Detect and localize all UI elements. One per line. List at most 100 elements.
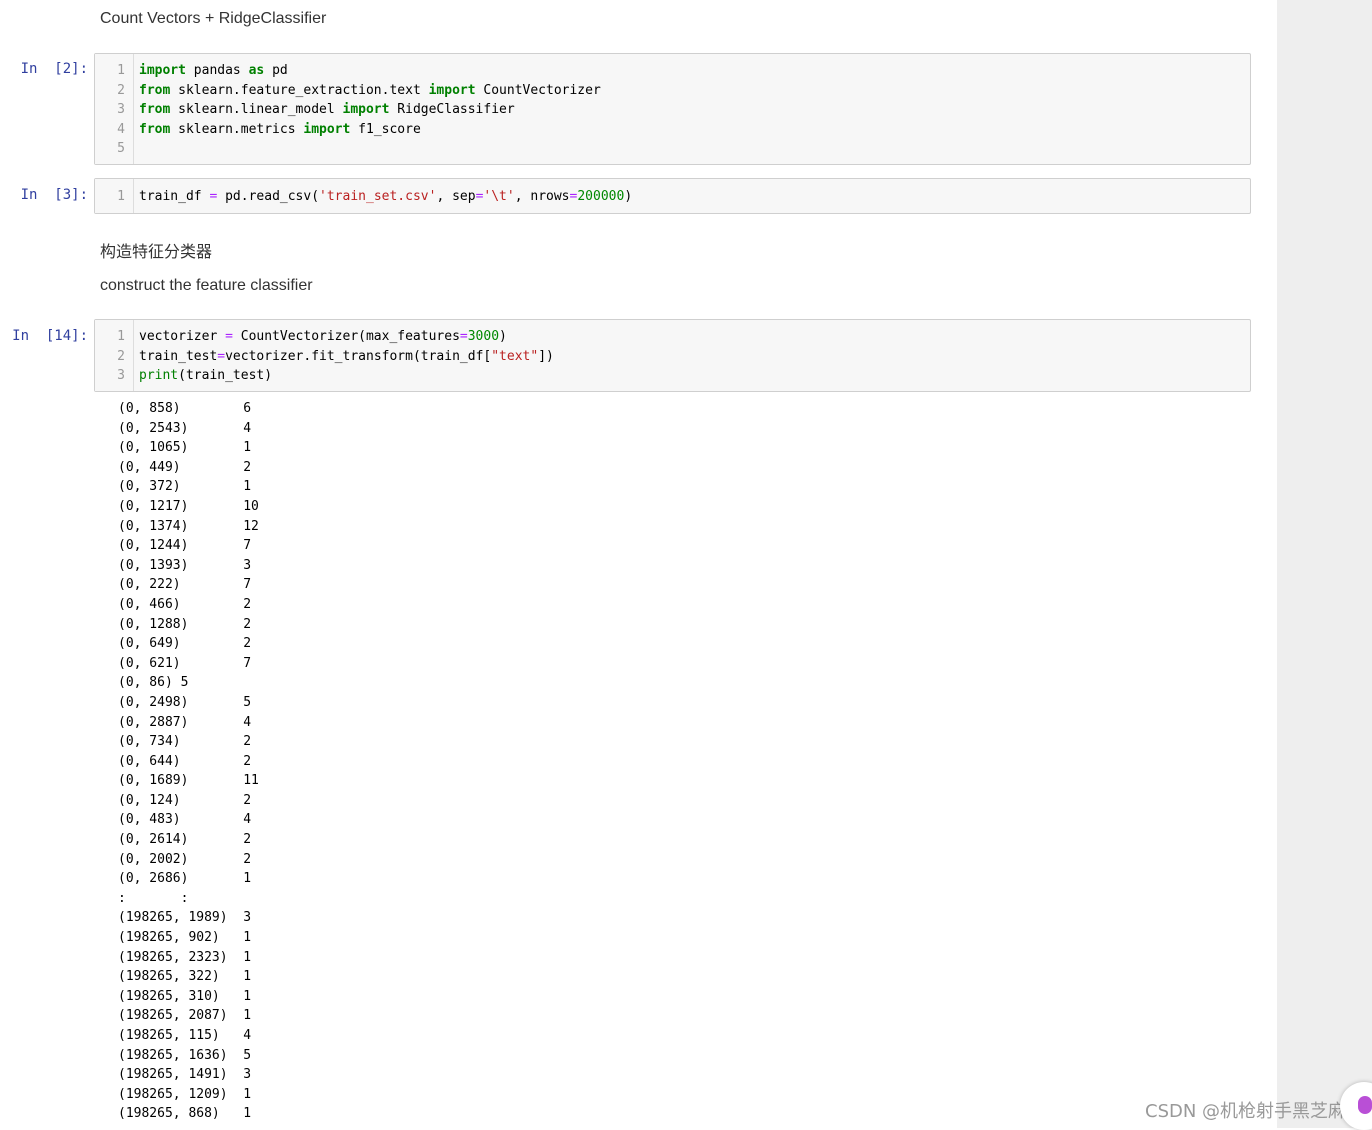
code-cell-read-csv[interactable]: 1 train_df = pd.read_csv('train_set.csv'…	[94, 178, 1251, 214]
code-token: from	[139, 82, 171, 98]
code-token: RidgeClassifier	[389, 102, 515, 118]
code-token: import	[428, 82, 476, 98]
output-line: (0, 621) 7	[118, 655, 252, 671]
output-line: (0, 649) 2	[118, 636, 252, 652]
code-token: sklearn.linear_model	[170, 102, 343, 118]
output-line: (198265, 1491) 3	[118, 1067, 252, 1083]
code-token: pd	[264, 63, 288, 78]
code-line: import pandas as pd	[139, 61, 601, 81]
output-line: (198265, 1989) 3	[118, 910, 252, 926]
output-line: (0, 124) 2	[118, 792, 252, 808]
code-editor[interactable]: train_df = pd.read_csv('train_set.csv', …	[139, 187, 632, 207]
line-number: 2	[117, 348, 125, 364]
output-line: (0, 449) 2	[118, 459, 252, 475]
code-token: =	[459, 329, 468, 344]
code-line: train_test=vectorizer.fit_transform(trai…	[139, 347, 554, 367]
output-line: (0, 2614) 2	[118, 832, 252, 848]
code-token: from	[139, 121, 171, 137]
markdown-heading-en: construct the feature classifier	[100, 277, 313, 294]
code-token: 3000	[467, 329, 500, 344]
output-line: (0, 2543) 4	[118, 420, 252, 436]
line-number: 1	[117, 329, 125, 344]
code-token: '\t'	[483, 189, 515, 204]
cell-prompt: In [14]:	[12, 328, 88, 344]
csdn-watermark: CSDN @机枪射手黑芝麻	[1145, 1101, 1347, 1122]
markdown-heading-zh: 构造特征分类器	[100, 244, 213, 261]
output-line: (0, 86) 5	[118, 675, 189, 691]
code-line: train_df = pd.read_csv('train_set.csv', …	[139, 187, 632, 207]
output-line: (0, 1244) 7	[118, 538, 252, 554]
output-line: (198265, 2323) 1	[118, 949, 252, 965]
line-number: 1	[117, 63, 125, 78]
output-line: (0, 2002) 2	[118, 851, 252, 867]
code-token: sklearn.feature_extraction.text	[170, 82, 429, 98]
output-line: (0, 1689) 11	[118, 773, 259, 789]
code-token: =	[217, 348, 226, 364]
output-line: (198265, 1209) 1	[118, 1086, 252, 1102]
output-line: (0, 466) 2	[118, 596, 252, 612]
output-line: (0, 734) 2	[118, 734, 252, 750]
code-line: from sklearn.linear_model import RidgeCl…	[139, 100, 601, 120]
output-line: (198265, 115) 4	[118, 1028, 252, 1043]
code-line: print(train_test)	[139, 366, 554, 386]
code-token: vectorizer	[139, 329, 226, 344]
output-line: : :	[118, 890, 189, 906]
output-line: (198265, 322) 1	[118, 969, 252, 985]
cell-prompt: In [3]:	[20, 187, 88, 203]
code-token: train_df	[139, 189, 210, 204]
code-token: print	[139, 368, 179, 384]
output-line: (0, 372) 1	[118, 479, 252, 495]
code-token: , nrows	[514, 189, 570, 204]
code-token: sklearn.metrics	[170, 121, 304, 137]
markdown-heading-count-vectors: Count Vectors + RidgeClassifier	[100, 10, 327, 27]
code-cell-vectorizer[interactable]: 1 2 3 vectorizer = CountVectorizer(max_fea…	[94, 319, 1251, 392]
code-token: 'train_set.csv'	[319, 189, 437, 204]
code-token: train_test	[139, 348, 218, 364]
output-line: (0, 222) 7	[118, 577, 252, 593]
code-token: vectorizer.fit_transform(train_df[	[225, 348, 492, 364]
code-token: from	[139, 102, 171, 118]
line-number: 4	[117, 121, 125, 137]
output-line: (198265, 902) 1	[118, 930, 252, 946]
line-number: 3	[117, 102, 125, 118]
line-number: 5	[117, 141, 125, 157]
code-token: import	[303, 121, 351, 137]
line-numbers: 1 2 3	[95, 327, 125, 386]
code-token: CountVectorizer(max_features	[232, 329, 460, 344]
code-token: (train_test)	[178, 368, 273, 384]
code-token: as	[248, 63, 265, 78]
output-line: (0, 1393) 3	[118, 557, 252, 573]
code-editor[interactable]: vectorizer = CountVectorizer(max_feature…	[139, 327, 554, 386]
code-token: 200000	[577, 189, 625, 204]
cell-prompt: In [2]:	[20, 61, 88, 77]
code-token: ])	[538, 348, 554, 364]
code-token: CountVectorizer	[475, 82, 601, 98]
output-line: (198265, 1636) 5	[118, 1047, 252, 1063]
output-line: (0, 1065) 1	[118, 440, 252, 456]
code-line: vectorizer = CountVectorizer(max_feature…	[139, 327, 554, 347]
code-token: =	[225, 329, 233, 344]
line-number: 1	[117, 189, 125, 204]
code-editor[interactable]: import pandas as pd from sklearn.feature_…	[139, 61, 601, 159]
output-line: (198265, 2087) 1	[118, 1008, 252, 1024]
output-line: (0, 2498) 5	[118, 694, 252, 710]
line-numbers: 1	[95, 187, 125, 207]
output-line: (0, 644) 2	[118, 753, 252, 769]
code-token: )	[499, 329, 507, 344]
output-line: (0, 858) 6	[118, 401, 252, 416]
line-number: 2	[117, 82, 125, 98]
code-token: )	[624, 189, 633, 204]
output-line: (0, 2686) 1	[118, 871, 252, 887]
avatar-icon	[1358, 1096, 1372, 1114]
output-line: (198265, 868) 1	[118, 1106, 252, 1122]
output-line: (0, 1374) 12	[118, 518, 259, 534]
code-token: pandas	[185, 63, 249, 78]
code-line: from sklearn.feature_extraction.text imp…	[139, 81, 601, 101]
code-token: f1_score	[350, 121, 421, 137]
line-number: 3	[117, 368, 125, 384]
code-cell-imports[interactable]: 12345 import pandas as pd from sklearn.fe…	[94, 53, 1251, 165]
code-token: import	[139, 63, 186, 78]
output-line: (198265, 310) 1	[118, 988, 252, 1004]
output-line: (0, 2887) 4	[118, 714, 252, 730]
